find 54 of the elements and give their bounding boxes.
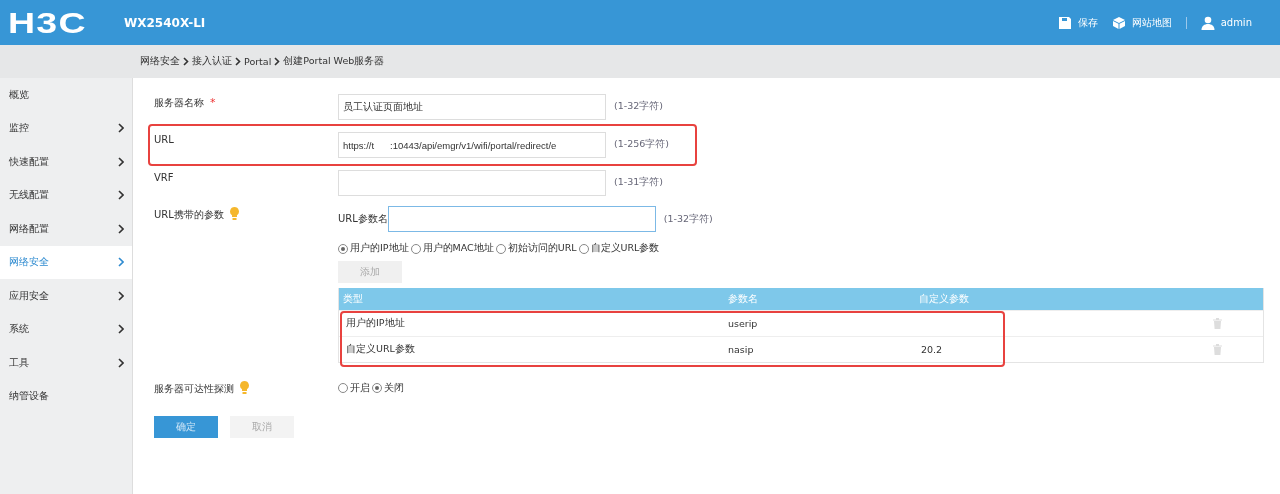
radio-option[interactable]: 开启: [338, 381, 370, 395]
trash-icon[interactable]: [1213, 344, 1222, 355]
field-label: URL携带的参数: [154, 208, 224, 222]
radio-option[interactable]: 关闭: [372, 381, 404, 395]
field-label: URL: [154, 134, 174, 145]
input-field[interactable]: [338, 170, 606, 196]
sidebar-item[interactable]: 工具: [0, 346, 132, 380]
sidebar-item[interactable]: 概览: [0, 78, 132, 112]
lightbulb-icon: [240, 381, 249, 394]
table-cell-text: 自定义URL参数: [345, 343, 416, 356]
cube-icon: [1111, 15, 1126, 30]
sidebar-item[interactable]: 应用安全: [0, 279, 132, 313]
table-cell-text: 用户的IP地址: [345, 317, 406, 330]
sidebar-item[interactable]: 系统: [0, 312, 132, 346]
column-header: 参数名: [728, 292, 759, 306]
radio-option[interactable]: 自定义URL参数: [578, 242, 660, 255]
chevron-icon: [183, 57, 189, 66]
lightbulb-icon: [229, 207, 239, 220]
hint-text: (1-31字符): [614, 176, 663, 189]
sidebar-item[interactable]: 网络安全: [0, 245, 132, 279]
input-field[interactable]: 员工认证页面地址: [338, 94, 606, 120]
breadcrumb-item[interactable]: 网络安全: [140, 55, 180, 68]
field-label: 服务器名称: [154, 96, 204, 110]
sidebar-item[interactable]: 快速配置: [0, 145, 132, 179]
field-label: 服务器可达性探测: [154, 382, 234, 396]
input-field[interactable]: https://t :10443/api/emgr/v1/wifi/portal/redirect/e: [338, 132, 606, 158]
column-header: 自定义参数: [919, 292, 970, 306]
input-field[interactable]: [387, 206, 656, 232]
sidebar-item[interactable]: 网络配置: [0, 212, 132, 246]
breadcrumb-item[interactable]: Portal: [244, 56, 272, 67]
field-label: URL参数名: [338, 212, 388, 226]
user-icon: [1200, 15, 1215, 30]
chevron-icon: [235, 57, 241, 66]
table-cell-text: userip: [728, 318, 759, 329]
table-cell-text: nasip: [728, 344, 755, 355]
chevron-icon: [274, 57, 281, 66]
breadcrumb-item[interactable]: 创建Portal Web服务器: [283, 55, 385, 68]
breadcrumb-item[interactable]: 接入认证: [192, 55, 232, 68]
radio-option[interactable]: 用户的IP地址: [338, 242, 409, 255]
hint-text: (1-32字符): [663, 212, 713, 226]
required-mark: *: [210, 96, 216, 109]
hint-text: (1-256字符): [614, 138, 670, 151]
radio-option[interactable]: 用户的MAC地址: [410, 242, 494, 255]
sidebar-item[interactable]: 监控: [0, 111, 132, 145]
sidebar-item[interactable]: 纳管设备: [0, 379, 132, 413]
device-model: WX2540X-LI: [124, 15, 206, 30]
sidebar-item[interactable]: 无线配置: [0, 178, 132, 212]
trash-icon[interactable]: [1213, 318, 1222, 329]
radio-option[interactable]: 初始访问的URL: [495, 242, 577, 255]
field-label: VRF: [154, 172, 174, 183]
hint-text: (1-32字符): [614, 100, 663, 113]
table-cell: 20.2: [921, 344, 943, 355]
column-header: 类型: [342, 292, 364, 306]
save-icon: [1057, 15, 1072, 30]
